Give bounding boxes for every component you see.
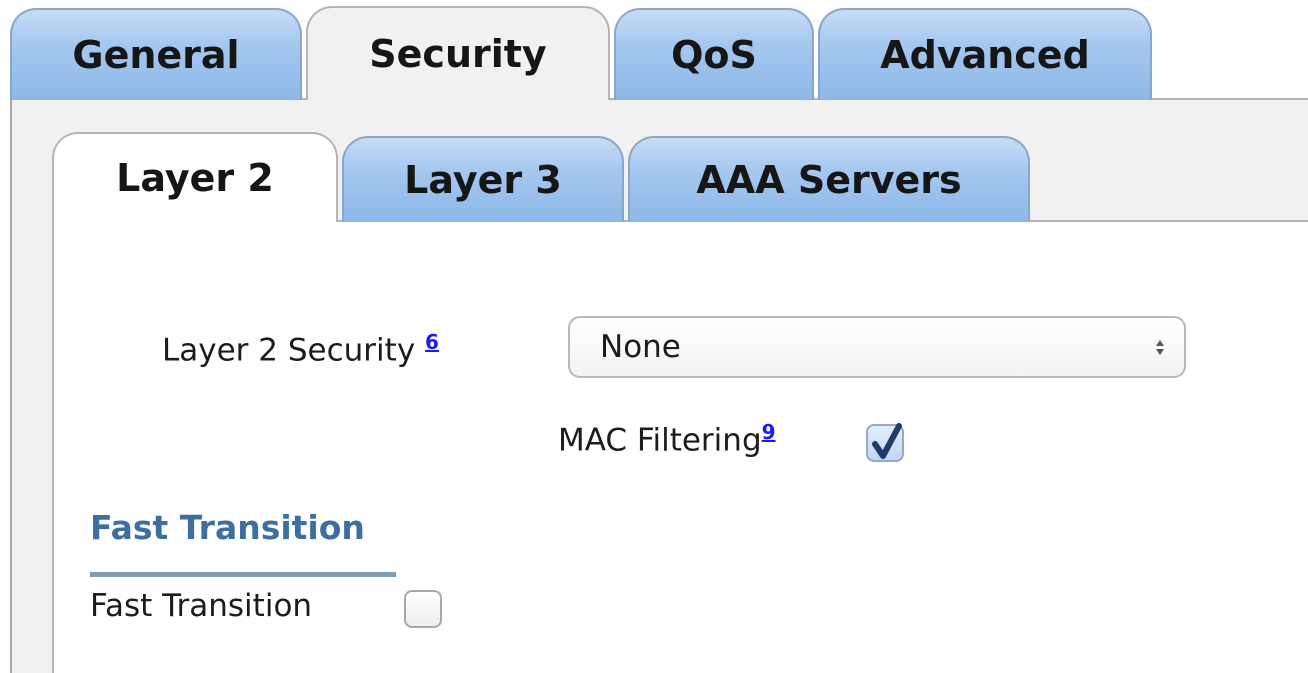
layer2-security-row: Layer 2 Security 6	[162, 330, 439, 368]
select-updown-arrows-icon	[1156, 339, 1164, 355]
wlan-edit-window: General Security QoS Advanced Layer 2 La…	[0, 0, 1308, 673]
tab-layer-2[interactable]: Layer 2	[52, 132, 338, 222]
main-tab-bar: General Security QoS Advanced	[10, 6, 1152, 100]
mac-filtering-row: MAC Filtering9	[558, 420, 776, 458]
mac-filtering-checkbox[interactable]	[866, 423, 904, 462]
checkmark-icon	[872, 423, 902, 459]
tab-general[interactable]: General	[10, 8, 302, 100]
layer2-security-select[interactable]: None	[568, 316, 1186, 378]
fast-transition-checkbox[interactable]	[404, 590, 442, 628]
sub-tab-bar: Layer 2 Layer 3 AAA Servers	[52, 132, 1030, 222]
tab-layer-3[interactable]: Layer 3	[342, 136, 624, 222]
tab-security[interactable]: Security	[306, 6, 610, 100]
fast-transition-label: Fast Transition	[90, 588, 313, 624]
mac-filtering-help-link[interactable]: 9	[762, 420, 776, 444]
layer2-security-selected-value: None	[600, 329, 681, 365]
section-divider	[90, 572, 396, 577]
layer2-security-label: Layer 2 Security	[162, 332, 416, 369]
fast-transition-heading: Fast Transition	[90, 508, 365, 547]
tab-advanced[interactable]: Advanced	[818, 8, 1152, 100]
mac-filtering-label: MAC Filtering	[558, 422, 762, 459]
tab-aaa-servers[interactable]: AAA Servers	[628, 136, 1030, 222]
layer2-security-help-link[interactable]: 6	[425, 330, 439, 354]
tab-qos[interactable]: QoS	[614, 8, 814, 100]
